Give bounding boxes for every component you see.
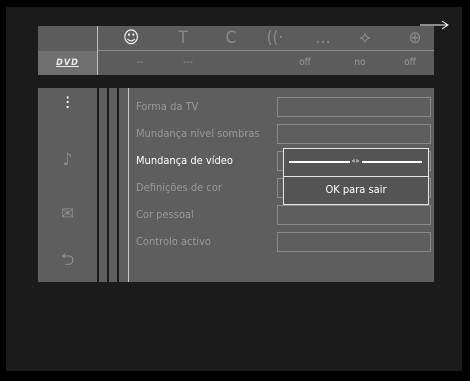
top-toolbar: ☺ T C ((·… ⟡ ⊕ DVD -- --- off no off [38, 26, 434, 75]
menu-value-box[interactable] [277, 124, 431, 144]
popup-divider [284, 176, 428, 177]
menu-value-box[interactable] [277, 205, 431, 225]
panel-divider [128, 88, 129, 282]
toolbar-values: -- --- off no off [98, 51, 434, 75]
menu-value-box[interactable] [277, 232, 431, 252]
audio-icon[interactable]: ((· [260, 27, 290, 49]
angle-icon[interactable]: ⟡ [350, 27, 380, 49]
toolbar-arrow-icon [420, 20, 449, 30]
toolbar-value: off [299, 57, 311, 68]
menu-item[interactable]: Mundança nível sombras [136, 124, 260, 144]
toolbar-value: off [404, 57, 416, 68]
disc-type-cell: DVD [38, 51, 97, 75]
menu-item[interactable]: Cor pessoal [136, 205, 194, 225]
slider-knob-icon[interactable]: «» [349, 157, 362, 165]
popup-ok-message: OK para sair [325, 183, 387, 196]
sidebar-separator-2 [109, 88, 117, 282]
video-picture-icon[interactable]: ⫶ [38, 90, 97, 118]
chapter-icon[interactable]: C [216, 27, 246, 49]
speech-bubble-icon[interactable]: ✉ [38, 200, 97, 228]
menu-item[interactable]: Definições de cor [136, 178, 222, 198]
subtitles-person-icon[interactable]: ☺ [116, 27, 146, 49]
title-icon[interactable]: T [168, 27, 198, 49]
toolbar-icons: ☺ T C ((· … ⟡ ⊕ [98, 26, 434, 50]
dvd-logo: DVD [56, 58, 79, 68]
menu-item[interactable]: Controlo activo [136, 232, 211, 252]
toolbar-value: -- [136, 57, 144, 68]
video-shift-slider[interactable]: «» [289, 157, 422, 165]
menu-item[interactable]: Forma da TV [136, 97, 198, 117]
menu-value-box[interactable] [277, 97, 431, 117]
subtitle-bubble-icon[interactable]: … [308, 27, 338, 49]
category-sidebar: ⫶ ♪ ✉ ⮌ [38, 88, 97, 282]
plug-connector-icon[interactable]: ⮌ [38, 246, 97, 274]
video-shift-popup: «» OK para sair [283, 148, 429, 205]
menu-item[interactable]: Mundança de vídeo [136, 151, 233, 171]
zoom-icon[interactable]: ⊕ [400, 27, 430, 49]
music-note-icon[interactable]: ♪ [38, 146, 97, 174]
toolbar-value: no [354, 57, 366, 68]
toolbar-value: --- [183, 57, 193, 68]
sidebar-separator [99, 88, 107, 282]
